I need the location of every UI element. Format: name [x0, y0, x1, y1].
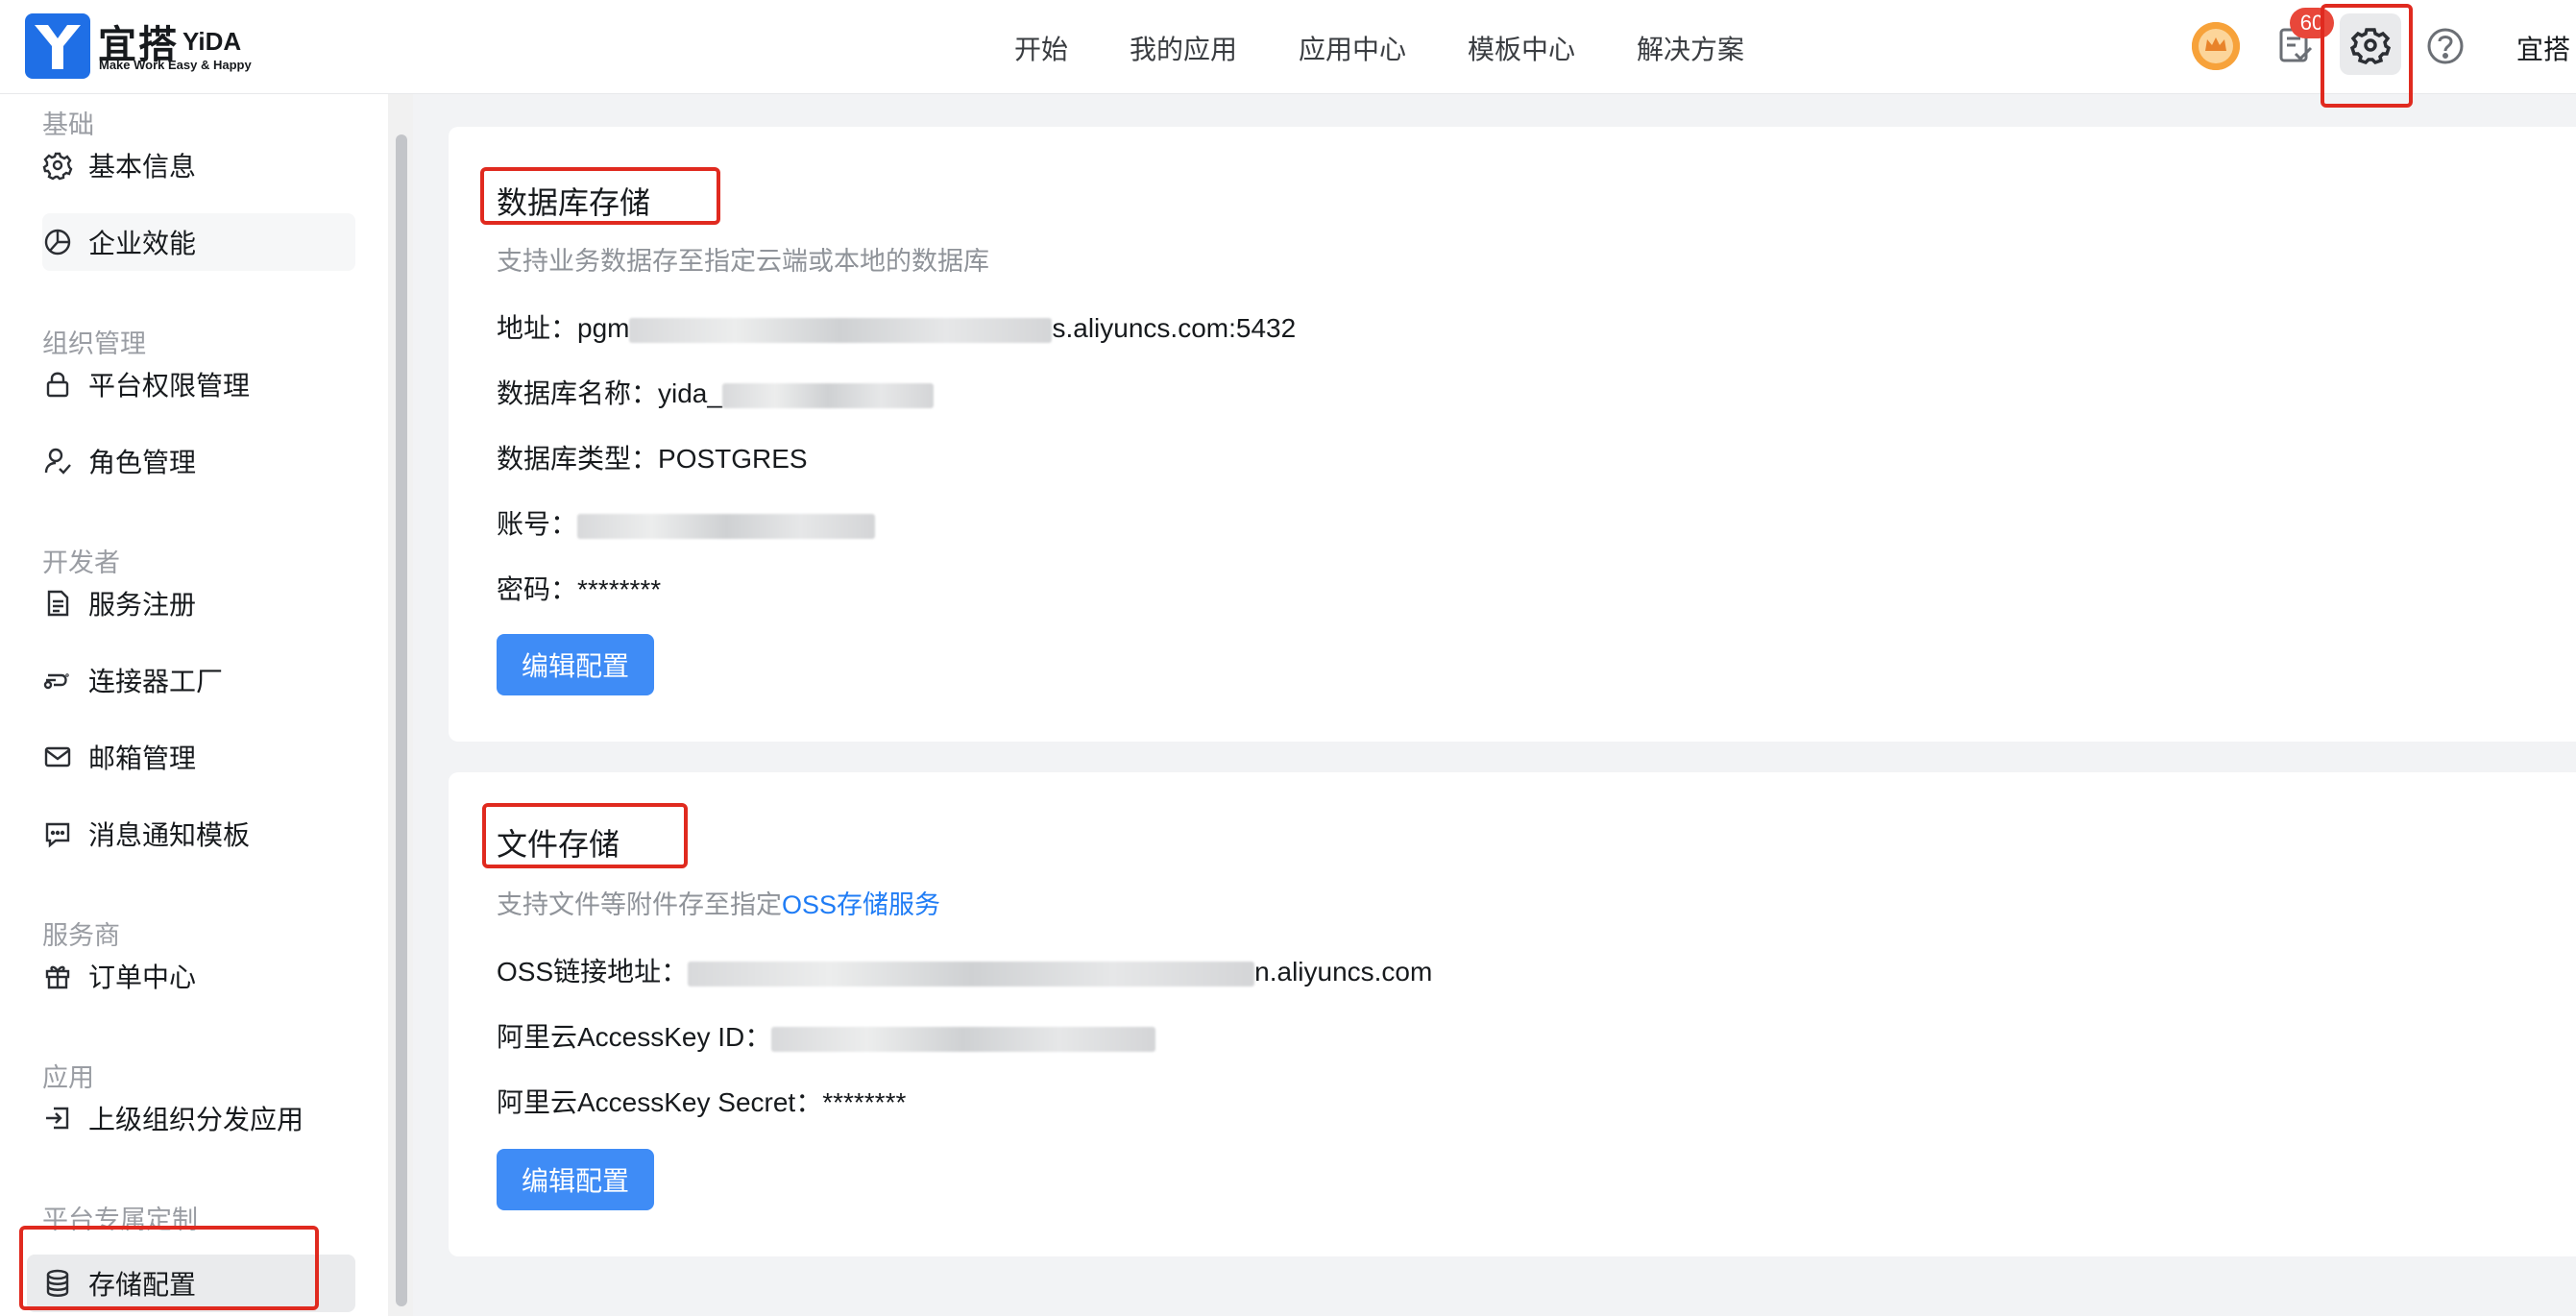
nav-template-center[interactable]: 模板中心 [1468, 29, 1575, 67]
sidebar-item-label: 平台权限管理 [88, 371, 251, 401]
db-password-field: 密码：******** [497, 569, 661, 607]
sidebar: 基础 基本信息 企业效能 组织管理 平台权限管理 角色管理 开发者 服务注册 连… [0, 94, 388, 1316]
sidebar-item-label: 服务注册 [88, 590, 197, 620]
sidebar-item-label: 企业效能 [88, 229, 197, 258]
access-key-id-field: 阿里云AccessKey ID： [497, 1016, 1156, 1055]
database-card-description: 支持业务数据存至指定云端或本地的数据库 [497, 247, 989, 276]
db-address-field: 地址：pgm s.aliyuncs.com:5432 [497, 307, 1296, 346]
nav-my-apps[interactable]: 我的应用 [1130, 29, 1237, 67]
db-type-field: 数据库类型：POSTGRES [497, 438, 808, 476]
sidebar-section-custom: 平台专属定制 [42, 1206, 198, 1234]
sidebar-item-label: 上级组织分发应用 [88, 1105, 304, 1134]
sidebar-item-platform-permission[interactable]: 平台权限管理 [42, 355, 355, 413]
brand-slogan: Make Work Easy & Happy [99, 58, 252, 72]
gear-icon [2349, 28, 2392, 65]
message-icon [45, 822, 70, 848]
access-key-secret-field: 阿里云AccessKey Secret：******** [497, 1082, 906, 1120]
database-card-title: 数据库存储 [497, 185, 651, 220]
nav-app-center[interactable]: 应用中心 [1299, 29, 1406, 67]
db-password-label: 密码： [497, 574, 578, 604]
oss-url-label: OSS链接地址： [497, 957, 689, 987]
file-card-description: 支持文件等附件存至指定OSS存储服务 [497, 884, 940, 921]
connector-icon [43, 673, 69, 690]
sidebar-item-role[interactable]: 角色管理 [42, 432, 355, 490]
db-type-value: POSTGRES [658, 444, 808, 474]
document-icon [47, 590, 69, 617]
user-name[interactable]: 宜搭 [2516, 29, 2570, 67]
nav-start[interactable]: 开始 [1014, 29, 1068, 67]
task-count-badge: 60 [2290, 8, 2334, 38]
database-icon [46, 1269, 69, 1297]
top-header: 宜搭 YiDA Make Work Easy & Happy 开始 我的应用 应… [0, 0, 2576, 94]
sidebar-item-distributed-apps[interactable]: 上级组织分发应用 [42, 1089, 355, 1147]
yida-logo-icon[interactable] [25, 13, 90, 79]
gear-icon [42, 152, 73, 181]
redacted-value [721, 382, 934, 408]
sidebar-item-label: 基本信息 [88, 152, 197, 182]
help-icon[interactable] [2424, 25, 2467, 67]
crown-icon[interactable] [2192, 22, 2240, 70]
sidebar-item-label: 存储配置 [88, 1270, 197, 1300]
sidebar-item-label: 连接器工厂 [88, 667, 224, 696]
oss-url-field: OSS链接地址： n.aliyuncs.com [497, 951, 1432, 989]
oss-service-link[interactable]: OSS存储服务 [782, 890, 940, 919]
redacted-value [577, 513, 876, 539]
sidebar-item-basic-info[interactable]: 基本信息 [42, 136, 355, 194]
sidebar-item-order-center[interactable]: 订单中心 [42, 947, 355, 1005]
sidebar-item-label: 订单中心 [88, 963, 197, 992]
pie-chart-icon [44, 229, 71, 256]
db-address-prefix: pgm [577, 313, 630, 343]
redacted-value [629, 317, 1053, 343]
user-role-icon [44, 448, 71, 475]
import-icon [46, 1107, 69, 1130]
sidebar-scrollbar-thumb[interactable] [396, 134, 407, 1306]
sidebar-item-storage-config[interactable]: 存储配置 [27, 1255, 355, 1312]
db-type-label: 数据库类型： [497, 444, 659, 474]
file-card-title: 文件存储 [497, 827, 620, 862]
db-name-field: 数据库名称：yida_ [497, 373, 934, 411]
access-key-secret-label: 阿里云AccessKey Secret： [497, 1087, 823, 1117]
database-storage-card: 数据库存储 支持业务数据存至指定云端或本地的数据库 地址：pgm s.aliyun… [449, 127, 2576, 742]
db-edit-config-button[interactable]: 编辑配置 [497, 634, 654, 695]
db-name-prefix: yida_ [658, 378, 722, 408]
sidebar-item-efficiency[interactable]: 企业效能 [42, 213, 355, 271]
mail-icon [44, 746, 71, 768]
db-address-suffix: s.aliyuncs.com:5432 [1052, 313, 1297, 343]
oss-url-suffix: n.aliyuncs.com [1254, 957, 1433, 987]
access-key-secret-value: ******** [822, 1087, 907, 1117]
db-account-label: 账号： [497, 509, 578, 539]
sidebar-item-service-register[interactable]: 服务注册 [42, 574, 355, 632]
file-card-desc-text: 支持文件等附件存至指定 [497, 890, 782, 919]
db-account-field: 账号： [497, 503, 876, 542]
file-edit-config-button[interactable]: 编辑配置 [497, 1149, 654, 1210]
sidebar-item-mailbox[interactable]: 邮箱管理 [42, 728, 355, 786]
db-password-value: ******** [577, 574, 662, 604]
file-storage-card: 文件存储 支持文件等附件存至指定OSS存储服务 OSS链接地址： n.aliyun… [449, 772, 2576, 1256]
sidebar-item-label: 邮箱管理 [88, 743, 197, 773]
db-name-label: 数据库名称： [497, 378, 659, 408]
sidebar-item-label: 消息通知模板 [88, 820, 251, 850]
nav-solutions[interactable]: 解决方案 [1637, 29, 1744, 67]
lock-icon [46, 372, 69, 398]
access-key-id-label: 阿里云AccessKey ID： [497, 1022, 772, 1052]
sidebar-item-connector-factory[interactable]: 连接器工厂 [42, 651, 355, 709]
gift-icon [45, 965, 70, 989]
settings-button[interactable] [2340, 13, 2401, 75]
sidebar-item-message-template[interactable]: 消息通知模板 [42, 805, 355, 863]
brand-name-en: YiDA [182, 27, 242, 56]
sidebar-item-label: 角色管理 [88, 448, 197, 477]
redacted-value [771, 1026, 1156, 1052]
redacted-value [688, 961, 1255, 987]
db-address-label: 地址： [497, 313, 578, 343]
